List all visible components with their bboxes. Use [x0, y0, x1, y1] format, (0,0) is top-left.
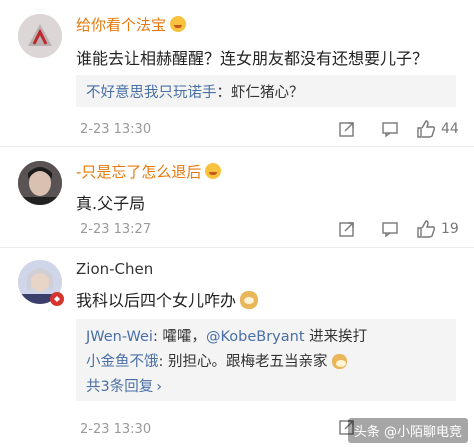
club-badge-icon — [50, 292, 64, 306]
comment-time: 2-23 13:27 — [80, 222, 152, 237]
emoji-icon — [170, 16, 187, 32]
username[interactable]: Zion-Chen — [76, 260, 153, 278]
doge-emoji-icon — [240, 291, 259, 309]
username[interactable]: 给你看个法宝 — [76, 14, 187, 35]
doge-emoji-icon — [331, 354, 347, 369]
avatar-image — [18, 14, 62, 58]
reply-line: 小金鱼不饿: 别担心。跟梅老五当亲家 — [86, 350, 347, 371]
watermark: 头条 @小陌聊电竞 — [347, 418, 468, 443]
reply-username[interactable]: 小金鱼不饿 — [86, 354, 159, 370]
reply-line: JWen-Wei: 嚯嚯，@KobeBryant 进来挨打 — [86, 325, 367, 346]
like-count: 44 — [441, 121, 459, 137]
comment-icon[interactable] — [381, 120, 399, 138]
like-icon[interactable] — [416, 219, 436, 239]
like-icon[interactable] — [416, 119, 436, 139]
share-icon[interactable] — [338, 120, 356, 138]
username[interactable]: -只是忘了怎么退后 — [76, 161, 222, 182]
reply-text: 嚯嚯， — [162, 329, 206, 345]
more-replies-link[interactable]: 共3条回复 › — [86, 375, 162, 396]
reply-username[interactable]: JWen-Wei — [86, 329, 153, 345]
emoji-icon — [205, 163, 222, 179]
comment-text: 真.父子局 — [76, 194, 146, 213]
reply-username[interactable]: 不好意思我只玩诺手 — [86, 85, 217, 101]
comment-time: 2-23 13:30 — [80, 122, 152, 137]
like-count: 19 — [441, 221, 459, 237]
comment-2: -只是忘了怎么退后 真.父子局 2-23 13:27 19 — [0, 147, 474, 247]
reply-separator: : — [158, 354, 168, 370]
avatar[interactable] — [18, 161, 62, 205]
reply-line: 不好意思我只玩诺手：虾仁猪心？ — [86, 81, 304, 102]
reply-separator: ： — [216, 85, 232, 101]
comment-time: 2-23 13:30 — [80, 422, 152, 437]
chevron-right-icon: › — [156, 379, 163, 395]
mention-link[interactable]: @KobeBryant — [206, 329, 305, 345]
comment-text: 谁能去让相赫醒醒？连女朋友都没有还想要儿子？ — [76, 49, 429, 68]
comment-text: 我科以后四个女儿咋办 — [76, 287, 259, 311]
comment-1: 给你看个法宝 谁能去让相赫醒醒？连女朋友都没有还想要儿子？ 不好意思我只玩诺手：… — [0, 0, 474, 146]
reply-text: 进来挨打 — [304, 329, 368, 345]
avatar-image — [18, 161, 62, 205]
share-icon[interactable] — [338, 220, 356, 238]
reply-text: 别担心。跟梅老五当亲家 — [168, 354, 328, 370]
comment-icon[interactable] — [381, 220, 399, 238]
reply-text: 虾仁猪心？ — [231, 85, 304, 101]
reply-box: JWen-Wei: 嚯嚯，@KobeBryant 进来挨打 小金鱼不饿: 别担心… — [76, 319, 456, 401]
reply-box: 不好意思我只玩诺手：虾仁猪心？ — [76, 75, 456, 107]
avatar[interactable] — [18, 14, 62, 58]
